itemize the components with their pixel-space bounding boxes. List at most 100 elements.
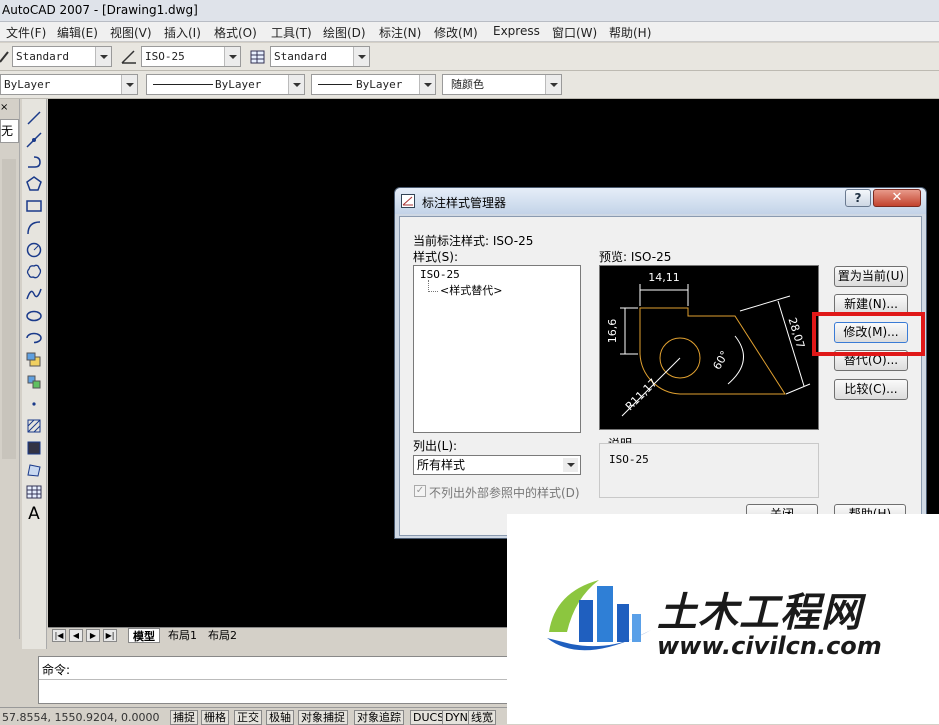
help-icon[interactable]: ? [845,189,871,207]
menu-view[interactable]: 视图(V) [110,24,152,41]
table-style-value: Standard [274,50,327,63]
properties-toolbar: ByLayer ByLayer ByLayer 随颜色 [0,71,939,99]
chevron-down-icon [95,47,111,66]
menu-edit[interactable]: 编辑(E) [57,24,98,41]
tab-layout1[interactable]: 布局1 [164,628,201,643]
linetype-preview [153,84,213,85]
osnap-toggle[interactable]: 对象捕捉 [298,710,348,725]
polygon-icon[interactable] [25,175,43,193]
list-select[interactable]: 所有样式 [413,455,581,475]
site-logo-icon [547,580,651,651]
tab-layout2[interactable]: 布局2 [204,628,241,643]
lineweight-toggle[interactable]: 线宽 [468,710,496,725]
gradient-icon[interactable] [25,439,43,457]
window-title: AutoCAD 2007 - [Drawing1.dwg] [2,3,198,17]
preview-drawing: 14,11 16,6 28,07 60° R11,17 [606,271,811,417]
chevron-down-icon [224,47,240,66]
grid-toggle[interactable]: 栅格 [201,710,229,725]
menu-dimension[interactable]: 标注(N) [379,24,421,41]
text-style-select[interactable]: Standard [12,46,112,67]
dyn-toggle[interactable]: DYN [442,710,471,725]
list-label: 列出(L): [413,439,458,453]
panel-scrollbar[interactable] [2,159,16,459]
tab-model[interactable]: 模型 [128,628,160,643]
linetype-select[interactable]: ByLayer [146,74,305,95]
preview-dim-4: 60° [710,349,731,372]
text-style-value: Standard [16,50,69,63]
rectangle-icon[interactable] [25,197,43,215]
table-style-select[interactable]: Standard [270,46,370,67]
multiline-text-icon[interactable]: A [25,505,43,523]
otrack-toggle[interactable]: 对象追踪 [354,710,404,725]
menu-tools[interactable]: 工具(T) [271,24,312,41]
insert-block-icon[interactable] [25,351,43,369]
set-current-button[interactable]: 置为当前(U) [834,266,908,287]
list-value: 所有样式 [417,458,466,472]
last-tab-icon[interactable]: ▶| [103,629,117,642]
hatch-icon[interactable] [25,417,43,435]
compare-button[interactable]: 比较(C)... [834,379,908,400]
menu-insert[interactable]: 插入(I) [164,24,201,41]
chevron-down-icon [545,75,561,94]
menu-draw[interactable]: 绘图(D) [323,24,366,41]
layer-select[interactable]: ByLayer [0,74,138,95]
next-tab-icon[interactable]: ▶ [86,629,100,642]
dim-style-icon[interactable] [120,48,138,66]
revision-cloud-icon[interactable] [25,263,43,281]
table-icon[interactable] [25,483,43,501]
dialog-title-bar[interactable]: 标注样式管理器 ? ✕ [395,188,926,214]
menu-help[interactable]: 帮助(H) [609,24,651,41]
style-item-override[interactable]: <样式替代> [440,282,502,298]
chevron-down-icon [288,75,304,94]
chevron-down-icon [353,47,369,66]
polar-toggle[interactable]: 极轴 [266,710,294,725]
lineweight-select[interactable]: ByLayer [311,74,436,95]
style-item-iso25[interactable]: ISO-25 [420,268,460,281]
style-preview: 14,11 16,6 28,07 60° R11,17 [599,265,819,430]
prev-tab-icon[interactable]: ◀ [69,629,83,642]
preview-dim-1: 14,11 [648,271,680,284]
dim-style-value: ISO-25 [145,50,185,63]
dim-style-select[interactable]: ISO-25 [141,46,241,67]
ortho-toggle[interactable]: 正交 [234,710,262,725]
left-panel: × 无 [0,99,20,639]
dimstyle-app-icon [401,194,415,208]
lineweight-value: ByLayer [356,78,403,91]
lineweight-preview [318,84,352,85]
make-block-icon[interactable] [25,373,43,391]
close-icon[interactable]: ✕ [873,189,921,207]
menu-express[interactable]: Express [493,24,540,38]
linetype-value: ByLayer [215,78,262,91]
styles-label: 样式(S): [413,250,459,264]
snap-toggle[interactable]: 捕捉 [170,710,198,725]
preview-label: 预览: ISO-25 [599,250,672,264]
region-icon[interactable] [25,461,43,479]
ellipse-arc-icon[interactable] [25,329,43,347]
ellipse-icon[interactable] [25,307,43,325]
circle-icon[interactable] [25,241,43,259]
arc-icon[interactable] [25,219,43,237]
exclude-xref-checkbox[interactable]: ✓ [414,485,426,497]
color-select[interactable]: 随颜色 [442,74,562,95]
menu-window[interactable]: 窗口(W) [552,24,597,41]
spline-icon[interactable] [25,285,43,303]
preview-dim-3: 28,07 [786,316,808,350]
construction-line-icon[interactable] [25,131,43,149]
line-icon[interactable] [25,109,43,127]
close-icon[interactable]: × [0,103,10,113]
table-style-icon[interactable] [249,48,267,66]
title-bar: AutoCAD 2007 - [Drawing1.dwg] [0,0,939,22]
exclude-xref-label: 不列出外部参照中的样式(D) [429,486,580,500]
description-value: ISO-25 [609,453,649,466]
menu-modify[interactable]: 修改(M) [434,24,478,41]
first-tab-icon[interactable]: |◀ [52,629,66,642]
polyline-icon[interactable] [25,153,43,171]
menu-file[interactable]: 文件(F) [6,24,46,41]
point-icon[interactable] [25,395,43,413]
current-style-label: 当前标注样式: ISO-25 [413,234,534,248]
menu-format[interactable]: 格式(O) [214,24,257,41]
chevron-down-icon [121,75,137,94]
preview-dim-2: 16,6 [606,319,619,344]
styles-list[interactable]: ISO-25 <样式替代> [413,265,581,433]
dialog-body: 当前标注样式: ISO-25 样式(S): 预览: ISO-25 ISO-25 … [399,216,922,536]
